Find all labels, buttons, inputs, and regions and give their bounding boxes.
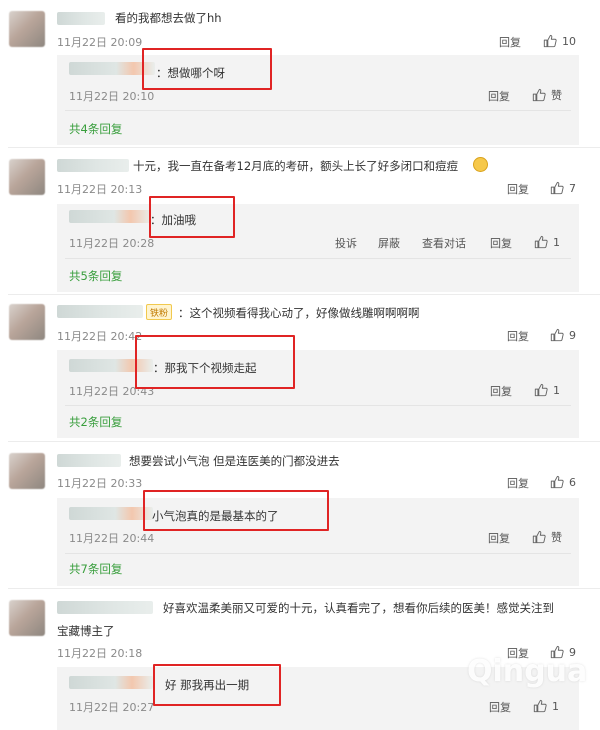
reply-button[interactable]: 回复: [507, 181, 529, 197]
username-blurred[interactable]: [57, 454, 121, 467]
like-count: 1: [553, 383, 560, 397]
avatar[interactable]: [9, 453, 45, 489]
like-count: 赞: [551, 531, 562, 544]
fan-badge-label: 铁粉: [150, 308, 169, 319]
highlight-box: [149, 196, 235, 238]
username-blurred[interactable]: [57, 601, 153, 614]
divider: [65, 258, 571, 259]
view-conversation-button[interactable]: 查看对话: [422, 235, 466, 251]
reply-button[interactable]: 回复: [490, 383, 512, 399]
reply-time: 11月22日 20:27: [69, 701, 155, 714]
thumbs-up-icon: [534, 383, 548, 397]
reply-time: 11月22日 20:28: [69, 237, 155, 250]
like-button[interactable]: 9: [550, 328, 576, 342]
like-count: 1: [552, 699, 559, 713]
comment-time: 11月22日 20:13: [57, 183, 143, 196]
comment-text: 好喜欢温柔美丽又可爱的十元，认真看完了，想看你后续的医美！感觉关注到: [163, 601, 554, 615]
like-count: 1: [553, 235, 560, 249]
thumbs-up-icon: [543, 34, 557, 48]
thumbs-up-icon: [550, 181, 564, 195]
like-button[interactable]: 1: [533, 699, 559, 713]
like-count: 7: [569, 181, 576, 195]
like-button[interactable]: 赞: [532, 88, 562, 102]
like-button[interactable]: 7: [550, 181, 576, 195]
comment-text-line-2: 宝藏博主了: [57, 624, 115, 638]
like-count: 10: [562, 34, 576, 48]
comment-time: 11月22日 20:33: [57, 477, 143, 490]
reply-username-blurred[interactable]: [69, 507, 153, 520]
thumbs-up-icon: [534, 235, 548, 249]
divider: [65, 553, 571, 554]
comment-text: ：这个视频看得我心动了，好像做线雕啊啊啊啊: [178, 306, 420, 320]
avatar[interactable]: [9, 304, 45, 340]
like-button[interactable]: 10: [543, 34, 576, 48]
username-blurred[interactable]: [57, 12, 105, 25]
watermark-logo: Qingua: [467, 654, 588, 689]
highlight-box: [135, 335, 295, 389]
comment-time: 11月22日 20:18: [57, 647, 143, 660]
comment-text: 看的我都想去做了hh: [115, 11, 222, 25]
reply-button[interactable]: 回复: [489, 699, 511, 715]
comment-3: 铁粉 ：这个视频看得我心动了，好像做线雕啊啊啊啊 11月22日 20:42 回复…: [0, 295, 600, 442]
reply-button[interactable]: 回复: [490, 235, 512, 251]
report-button[interactable]: 投诉: [335, 235, 357, 251]
like-button[interactable]: 1: [534, 235, 560, 249]
username-blurred[interactable]: [57, 305, 143, 318]
avatar[interactable]: [9, 159, 45, 195]
reply-time: 11月22日 20:44: [69, 532, 155, 545]
avatar[interactable]: [9, 600, 45, 636]
username-blurred[interactable]: [57, 159, 129, 172]
comment-4: 想要尝试小气泡 但是连医美的门都没进去 11月22日 20:33 回复 6 小气…: [0, 442, 600, 589]
reply-button[interactable]: 回复: [507, 475, 529, 491]
reply-button[interactable]: 回复: [499, 34, 521, 50]
comment-text: 十元，我一直在备考12月底的考研，额头上长了好多闭口和痘痘: [133, 159, 459, 173]
avatar[interactable]: [9, 11, 45, 47]
reply-time: 11月22日 20:10: [69, 90, 155, 103]
thumbs-up-icon: [550, 328, 564, 342]
more-replies-link[interactable]: 共7条回复: [69, 561, 122, 577]
like-count: 9: [569, 328, 576, 342]
comment-time: 11月22日 20:42: [57, 330, 143, 343]
like-button[interactable]: 赞: [532, 530, 562, 544]
reply-button[interactable]: 回复: [488, 530, 510, 546]
comment-text: 想要尝试小气泡 但是连医美的门都没进去: [129, 454, 340, 468]
crying-emoji-icon: [473, 157, 488, 172]
thumbs-up-icon: [532, 530, 546, 544]
reply-box: ：想做哪个呀 11月22日 20:10 回复 赞 共4条回复: [57, 55, 579, 145]
highlight-box: [153, 664, 281, 706]
like-count: 6: [569, 475, 576, 489]
divider: [65, 110, 571, 111]
reply-box: ：加油哦 11月22日 20:28 投诉 屏蔽 查看对话 回复 1 共5条回复: [57, 204, 579, 292]
thumbs-up-icon: [533, 699, 547, 713]
divider: [65, 405, 571, 406]
like-button[interactable]: 1: [534, 383, 560, 397]
thumbs-up-icon: [532, 88, 546, 102]
like-count: 赞: [551, 89, 562, 102]
fan-badge: 铁粉: [146, 304, 173, 320]
reply-button[interactable]: 回复: [488, 88, 510, 104]
highlight-box: [142, 48, 272, 90]
reply-button[interactable]: 回复: [507, 328, 529, 344]
reply-username-blurred[interactable]: [69, 210, 151, 223]
more-replies-link[interactable]: 共4条回复: [69, 121, 122, 137]
thumbs-up-icon: [550, 475, 564, 489]
block-button[interactable]: 屏蔽: [378, 235, 400, 251]
highlight-box: [143, 490, 329, 531]
more-replies-link[interactable]: 共5条回复: [69, 268, 122, 284]
reply-username-blurred[interactable]: [69, 676, 153, 689]
comment-2: 十元，我一直在备考12月底的考研，额头上长了好多闭口和痘痘 11月22日 20:…: [0, 148, 600, 295]
more-replies-link[interactable]: 共2条回复: [69, 414, 122, 430]
comment-1: 看的我都想去做了hh 11月22日 20:09 回复 10 ：想做哪个呀 11月…: [0, 0, 600, 148]
comment-time: 11月22日 20:09: [57, 36, 143, 49]
like-button[interactable]: 6: [550, 475, 576, 489]
